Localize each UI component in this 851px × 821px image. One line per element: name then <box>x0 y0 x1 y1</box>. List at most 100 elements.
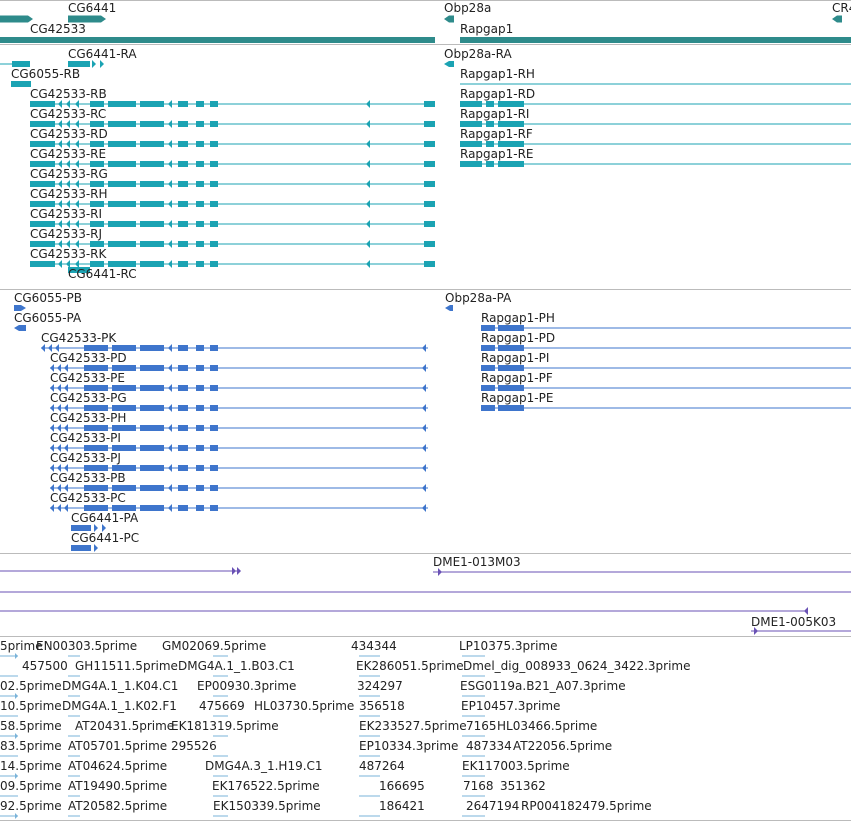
strand-arrow[interactable] <box>438 568 442 576</box>
protein-cds[interactable] <box>140 425 164 431</box>
protein-cds[interactable] <box>210 345 218 351</box>
protein-cds[interactable] <box>196 385 204 391</box>
protein-cds[interactable] <box>140 345 164 351</box>
strand-arrow[interactable] <box>366 260 370 268</box>
transcript-exon[interactable] <box>140 121 164 127</box>
strand-arrow[interactable] <box>366 120 370 128</box>
transcript-exon[interactable] <box>108 241 136 247</box>
strand-arrow[interactable] <box>366 160 370 168</box>
protein-cds[interactable] <box>498 405 524 411</box>
strand-arrow[interactable] <box>168 180 172 188</box>
strand-arrow[interactable] <box>168 364 172 372</box>
transcript-exon[interactable] <box>11 81 31 87</box>
protein-cds[interactable] <box>210 365 218 371</box>
strand-arrow[interactable] <box>168 260 172 268</box>
protein-cds[interactable] <box>140 485 164 491</box>
protein-cds[interactable] <box>140 385 164 391</box>
strand-arrow[interactable] <box>58 260 62 268</box>
transcript-exon[interactable] <box>424 261 435 267</box>
protein-cds[interactable] <box>140 505 164 511</box>
transcript-exon[interactable] <box>196 141 204 147</box>
protein-cds[interactable] <box>178 505 188 511</box>
strand-arrow[interactable] <box>366 140 370 148</box>
transcript-exon[interactable] <box>210 221 218 227</box>
transcript-exon[interactable] <box>424 101 435 107</box>
protein-cds[interactable] <box>196 505 204 511</box>
transcript-exon[interactable] <box>178 161 188 167</box>
protein-cds[interactable] <box>196 425 204 431</box>
transcript-exon[interactable] <box>424 141 435 147</box>
protein-cds[interactable] <box>196 405 204 411</box>
transcript-exon[interactable] <box>424 201 435 207</box>
strand-arrow[interactable] <box>100 60 104 68</box>
strand-arrow[interactable] <box>232 567 236 575</box>
transcript-exon[interactable] <box>178 181 188 187</box>
strand-arrow[interactable] <box>168 160 172 168</box>
transcript-exon[interactable] <box>108 121 136 127</box>
strand-arrow[interactable] <box>168 504 172 512</box>
protein-cds[interactable] <box>140 445 164 451</box>
transcript-exon[interactable] <box>140 221 164 227</box>
protein-cds[interactable] <box>178 345 188 351</box>
transcript-exon[interactable] <box>140 181 164 187</box>
strand-arrow[interactable] <box>168 384 172 392</box>
protein-cds[interactable] <box>140 405 164 411</box>
transcript-exon[interactable] <box>196 241 204 247</box>
transcript-exon[interactable] <box>178 261 188 267</box>
transcript-exon[interactable] <box>178 121 188 127</box>
protein-cds[interactable] <box>210 385 218 391</box>
strand-arrow[interactable] <box>57 504 61 512</box>
protein-cds[interactable] <box>178 405 188 411</box>
transcript-exon[interactable] <box>196 261 204 267</box>
transcript-exon[interactable] <box>424 121 435 127</box>
transcript-exon[interactable] <box>178 241 188 247</box>
strand-arrow[interactable] <box>366 220 370 228</box>
strand-arrow[interactable] <box>422 444 426 452</box>
strand-arrow[interactable] <box>422 404 426 412</box>
strand-arrow[interactable] <box>168 404 172 412</box>
strand-arrow[interactable] <box>15 653 18 659</box>
transcript-exon[interactable] <box>108 101 136 107</box>
gene-glyph[interactable] <box>444 15 454 23</box>
strand-arrow[interactable] <box>366 180 370 188</box>
gene-glyph[interactable] <box>460 37 851 43</box>
transcript-exon[interactable] <box>108 201 136 207</box>
protein-cds[interactable] <box>178 485 188 491</box>
strand-arrow[interactable] <box>64 504 68 512</box>
strand-arrow[interactable] <box>168 120 172 128</box>
protein-cds[interactable] <box>210 465 218 471</box>
transcript-exon[interactable] <box>424 161 435 167</box>
protein-cds[interactable] <box>140 465 164 471</box>
strand-arrow[interactable] <box>168 344 172 352</box>
strand-arrow[interactable] <box>804 607 808 615</box>
protein-cds[interactable] <box>178 365 188 371</box>
protein-cds[interactable] <box>196 365 204 371</box>
strand-arrow[interactable] <box>422 364 426 372</box>
strand-arrow[interactable] <box>168 444 172 452</box>
strand-arrow[interactable] <box>366 100 370 108</box>
transcript-exon[interactable] <box>196 181 204 187</box>
transcript-exon[interactable] <box>108 161 136 167</box>
strand-arrow[interactable] <box>168 464 172 472</box>
protein-cds[interactable] <box>481 405 495 411</box>
transcript-exon[interactable] <box>196 101 204 107</box>
strand-arrow[interactable] <box>168 140 172 148</box>
protein-cds[interactable] <box>178 385 188 391</box>
strand-arrow[interactable] <box>422 464 426 472</box>
transcript-exon[interactable] <box>30 261 55 267</box>
strand-arrow[interactable] <box>366 240 370 248</box>
transcript-exon[interactable] <box>210 161 218 167</box>
strand-arrow[interactable] <box>168 200 172 208</box>
transcript-exon[interactable] <box>210 101 218 107</box>
protein-cds[interactable] <box>178 425 188 431</box>
transcript-exon[interactable] <box>196 221 204 227</box>
gene-glyph[interactable] <box>0 15 33 23</box>
protein-cds[interactable] <box>196 445 204 451</box>
transcript-exon[interactable] <box>108 181 136 187</box>
transcript-exon[interactable] <box>140 101 164 107</box>
strand-arrow[interactable] <box>422 424 426 432</box>
transcript-exon[interactable] <box>424 181 435 187</box>
transcript-exon[interactable] <box>178 101 188 107</box>
transcript-exon[interactable] <box>140 241 164 247</box>
protein-cds[interactable] <box>14 325 26 331</box>
